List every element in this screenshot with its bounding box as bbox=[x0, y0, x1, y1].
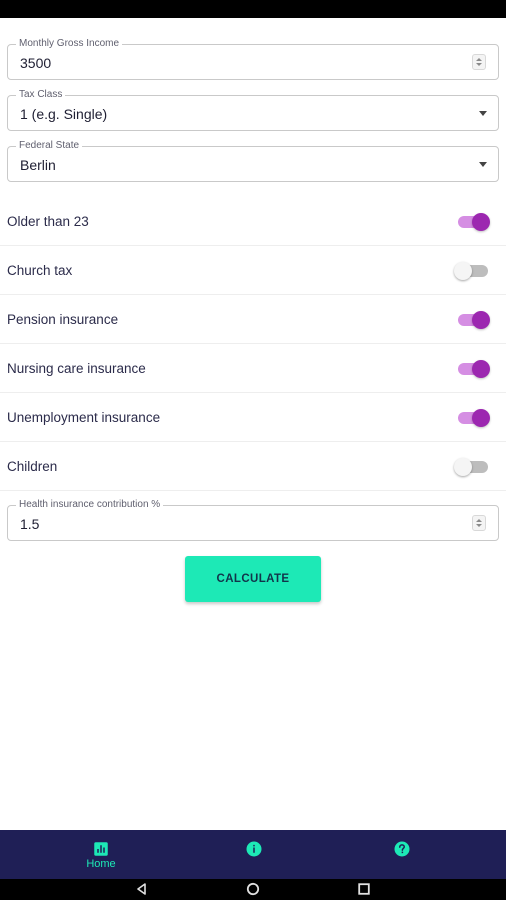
health-contribution-label: Health insurance contribution % bbox=[16, 499, 164, 511]
main-content: Monthly Gross Income 3500 Tax Class 1 (e… bbox=[0, 18, 506, 830]
bar-chart-icon bbox=[94, 842, 108, 856]
system-navigation-bar bbox=[0, 879, 506, 900]
recents-icon[interactable] bbox=[356, 881, 372, 897]
nav-item-info[interactable] bbox=[214, 830, 294, 879]
switch-row-older-than-23: Older than 23 bbox=[0, 197, 506, 246]
switch-label: Children bbox=[7, 459, 58, 474]
children-toggle[interactable] bbox=[454, 458, 492, 476]
switch-label: Pension insurance bbox=[7, 312, 119, 327]
help-icon bbox=[394, 841, 410, 857]
unemployment-insurance-toggle[interactable] bbox=[456, 409, 492, 427]
switch-row-pension-insurance: Pension insurance bbox=[0, 295, 506, 344]
switch-label: Unemployment insurance bbox=[7, 410, 161, 425]
switch-label: Older than 23 bbox=[7, 214, 89, 229]
gross-income-label: Monthly Gross Income bbox=[16, 38, 123, 50]
health-contribution-value[interactable]: 1.5 bbox=[20, 516, 39, 532]
switch-row-nursing-care-insurance: Nursing care insurance bbox=[0, 344, 506, 393]
switch-row-unemployment-insurance: Unemployment insurance bbox=[0, 393, 506, 442]
bottom-navigation: Home bbox=[0, 830, 506, 879]
back-icon[interactable] bbox=[134, 881, 150, 897]
nav-item-help[interactable] bbox=[362, 830, 442, 879]
info-icon bbox=[246, 841, 262, 857]
health-contribution-field[interactable]: Health insurance contribution % 1.5 bbox=[7, 499, 499, 541]
switch-label: Church tax bbox=[7, 263, 73, 278]
nav-label-home: Home bbox=[86, 858, 116, 870]
home-circle-icon[interactable] bbox=[245, 881, 261, 897]
tax-class-select[interactable]: Tax Class 1 (e.g. Single) bbox=[7, 89, 499, 131]
nursing-care-insurance-toggle[interactable] bbox=[456, 360, 492, 378]
gross-income-field[interactable]: Monthly Gross Income 3500 bbox=[7, 38, 499, 80]
dropdown-arrow-icon[interactable] bbox=[479, 111, 487, 116]
federal-state-value: Berlin bbox=[20, 157, 56, 173]
gross-income-value[interactable]: 3500 bbox=[20, 55, 51, 71]
switch-label: Nursing care insurance bbox=[7, 361, 146, 376]
church-tax-toggle[interactable] bbox=[454, 262, 492, 280]
status-bar bbox=[0, 0, 506, 18]
federal-state-select[interactable]: Federal State Berlin bbox=[7, 140, 499, 182]
calculate-button[interactable]: CALCULATE bbox=[185, 556, 321, 602]
switch-row-children: Children bbox=[0, 442, 506, 491]
pension-insurance-toggle[interactable] bbox=[456, 311, 492, 329]
tax-class-value: 1 (e.g. Single) bbox=[20, 106, 108, 122]
nav-item-home[interactable]: Home bbox=[61, 830, 141, 879]
switch-row-church-tax: Church tax bbox=[0, 246, 506, 295]
dropdown-arrow-icon[interactable] bbox=[479, 162, 487, 167]
older-than-23-toggle[interactable] bbox=[456, 213, 492, 231]
number-spinner-icon[interactable] bbox=[472, 515, 486, 531]
number-spinner-icon[interactable] bbox=[472, 54, 486, 70]
federal-state-label: Federal State bbox=[16, 140, 83, 152]
tax-class-label: Tax Class bbox=[16, 89, 66, 101]
